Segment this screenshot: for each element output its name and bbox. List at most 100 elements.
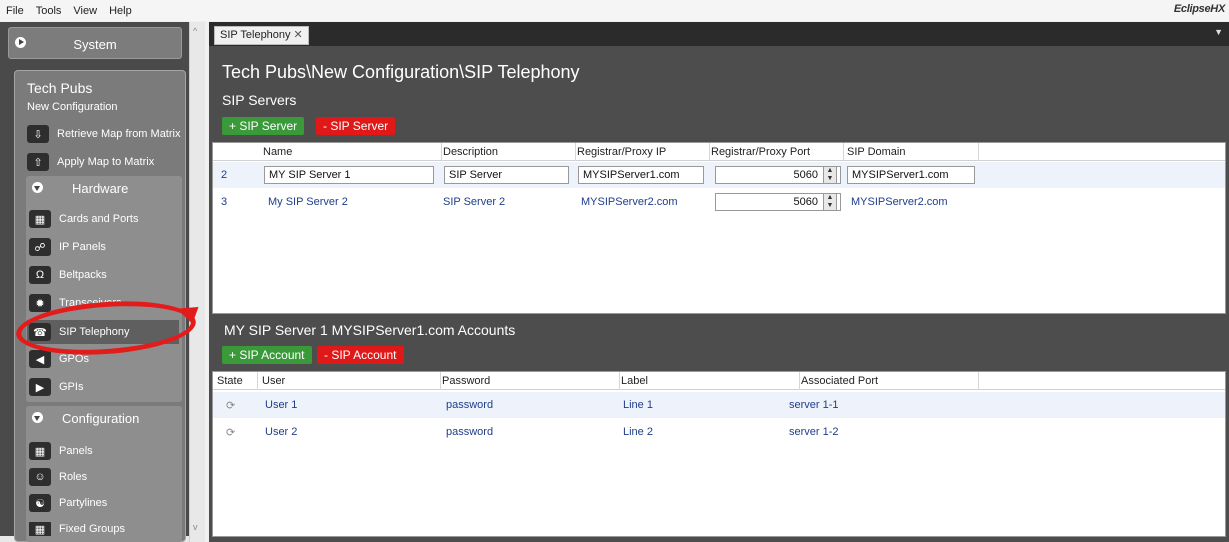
- system-section-header[interactable]: System: [8, 27, 182, 59]
- retrieve-map-button[interactable]: ⇩ Retrieve Map from Matrix: [27, 125, 180, 143]
- add-sip-server-button[interactable]: + SIP Server: [222, 117, 305, 135]
- sidebar-item-label: Partylines: [59, 497, 108, 509]
- group-icon: ▦: [29, 522, 51, 536]
- table-header: State User Password Label Associated Por…: [213, 372, 1225, 390]
- collapse-icon: [32, 182, 43, 193]
- sidebar-item-beltpacks[interactable]: Ω Beltpacks: [29, 266, 107, 284]
- project-subtitle: New Configuration: [27, 101, 118, 113]
- configuration-header[interactable]: Configuration: [26, 406, 182, 432]
- project-title: Tech Pubs: [27, 80, 93, 96]
- sidebar-item-label: Panels: [59, 445, 93, 457]
- account-label: Line 2: [623, 426, 653, 438]
- remove-sip-server-button[interactable]: - SIP Server: [316, 117, 396, 135]
- sip-accounts-table: State User Password Label Associated Por…: [212, 371, 1226, 537]
- tab-sip-telephony[interactable]: SIP Telephony ✕: [214, 26, 309, 45]
- sidebar-item-label: Roles: [59, 471, 88, 483]
- sidebar-item-panels[interactable]: ▦ Panels: [29, 442, 93, 460]
- sidebar-item-roles[interactable]: ☺ Roles: [29, 468, 87, 486]
- table-row[interactable]: ⟳ User 1 password Line 1 server 1-1: [213, 392, 1225, 418]
- antenna-icon: ✹: [29, 294, 51, 312]
- sync-icon: ⟳: [226, 400, 236, 412]
- gpi-icon: ▶: [29, 378, 51, 396]
- column-header-state[interactable]: State: [217, 375, 243, 387]
- server-name-input[interactable]: [264, 166, 434, 184]
- column-header-port[interactable]: Registrar/Proxy Port: [711, 146, 810, 158]
- menu-tools[interactable]: Tools: [30, 5, 68, 17]
- column-header-name[interactable]: Name: [263, 146, 292, 158]
- download-map-icon: ⇩: [27, 125, 49, 143]
- system-label: System: [73, 37, 117, 52]
- add-sip-account-button[interactable]: + SIP Account: [222, 346, 312, 364]
- account-user: User 2: [265, 426, 298, 438]
- port-spin-buttons[interactable]: ▲ ▼: [823, 193, 837, 211]
- page-title: Tech Pubs\New Configuration\SIP Telephon…: [222, 62, 580, 82]
- retrieve-map-label: Retrieve Map from Matrix: [57, 128, 181, 140]
- nav-vertical-scrollbar[interactable]: ^ v: [189, 22, 205, 542]
- menu-bar: File Tools View Help: [0, 0, 1229, 21]
- column-header-password[interactable]: Password: [442, 375, 490, 387]
- sidebar-item-ip-panels[interactable]: ☍ IP Panels: [29, 238, 106, 256]
- server-domain-input[interactable]: [847, 166, 975, 184]
- column-header-description[interactable]: Description: [443, 146, 498, 158]
- sync-icon: ⟳: [226, 427, 236, 439]
- row-id: 3: [221, 196, 228, 208]
- menu-view[interactable]: View: [67, 5, 103, 17]
- sip-servers-table: Name Description Registrar/Proxy IP Regi…: [212, 142, 1226, 314]
- column-header-domain[interactable]: SIP Domain: [847, 146, 906, 158]
- keypad-icon: ▦: [29, 442, 51, 460]
- sidebar-item-cards-and-ports[interactable]: ▦ Cards and Ports: [29, 210, 138, 228]
- account-password: password: [446, 399, 494, 411]
- tab-label: SIP Telephony: [220, 29, 291, 41]
- account-port: server 1-2: [789, 426, 839, 438]
- ip-panel-icon: ☍: [29, 238, 51, 256]
- sidebar-item-gpis[interactable]: ▶ GPIs: [29, 378, 83, 396]
- tab-strip: [209, 22, 1229, 46]
- sidebar-item-label: GPIs: [59, 381, 84, 393]
- sidebar-item-label: Fixed Groups: [59, 523, 126, 535]
- column-header-ip[interactable]: Registrar/Proxy IP: [577, 146, 666, 158]
- account-port: server 1-1: [789, 399, 839, 411]
- row-id: 2: [221, 169, 228, 181]
- column-header-associated-port[interactable]: Associated Port: [801, 375, 878, 387]
- scroll-up-icon[interactable]: ^: [193, 26, 197, 36]
- column-header-label[interactable]: Label: [621, 375, 648, 387]
- table-row[interactable]: 2 5060 ▲▼: [213, 162, 1225, 188]
- upload-map-icon: ⇧: [27, 153, 49, 171]
- hardware-header[interactable]: Hardware: [26, 176, 182, 202]
- menu-file[interactable]: File: [0, 5, 30, 17]
- sip-servers-title: SIP Servers: [222, 92, 297, 108]
- tab-menu-icon[interactable]: ▼: [1214, 27, 1223, 37]
- menu-help[interactable]: Help: [103, 5, 138, 17]
- server-ip-input[interactable]: [578, 166, 704, 184]
- gpo-icon: ◀: [29, 350, 51, 368]
- close-icon[interactable]: ✕: [294, 29, 303, 41]
- apply-map-button[interactable]: ⇧ Apply Map to Matrix: [27, 153, 154, 171]
- table-row[interactable]: 3 My SIP Server 2 SIP Server 2 MYSIPServ…: [213, 189, 1225, 215]
- account-label: Line 1: [623, 399, 653, 411]
- server-description-input[interactable]: [444, 166, 569, 184]
- sidebar-item-fixed-groups[interactable]: ▦ Fixed Groups: [29, 522, 125, 536]
- accounts-title: MY SIP Server 1 MYSIPServer1.com Account…: [224, 322, 516, 338]
- port-spin-buttons[interactable]: ▲ ▼: [823, 166, 837, 184]
- sidebar-item-label: Cards and Ports: [59, 213, 139, 225]
- sidebar-item-label: GPOs: [59, 353, 89, 365]
- server-name: My SIP Server 2: [268, 196, 348, 208]
- sidebar-item-partylines[interactable]: ☯ Partylines: [29, 494, 107, 512]
- server-domain: MYSIPServer2.com: [851, 196, 948, 208]
- remove-sip-account-button[interactable]: - SIP Account: [317, 346, 404, 364]
- partyline-icon: ☯: [29, 494, 51, 512]
- account-user: User 1: [265, 399, 298, 411]
- brand-logo: EclipseHX: [1173, 3, 1225, 15]
- hardware-label: Hardware: [72, 181, 129, 196]
- collapse-icon: [32, 412, 43, 423]
- server-description: SIP Server 2: [443, 196, 506, 208]
- roles-icon: ☺: [29, 468, 51, 486]
- headset-icon: Ω: [29, 266, 51, 284]
- account-password: password: [446, 426, 494, 438]
- column-header-user[interactable]: User: [262, 375, 285, 387]
- table-header: Name Description Registrar/Proxy IP Regi…: [213, 143, 1225, 161]
- table-row[interactable]: ⟳ User 2 password Line 2 server 1-2: [213, 419, 1225, 445]
- sidebar-item-label: IP Panels: [59, 241, 106, 253]
- scroll-down-icon[interactable]: v: [193, 522, 198, 532]
- apply-map-label: Apply Map to Matrix: [57, 156, 155, 168]
